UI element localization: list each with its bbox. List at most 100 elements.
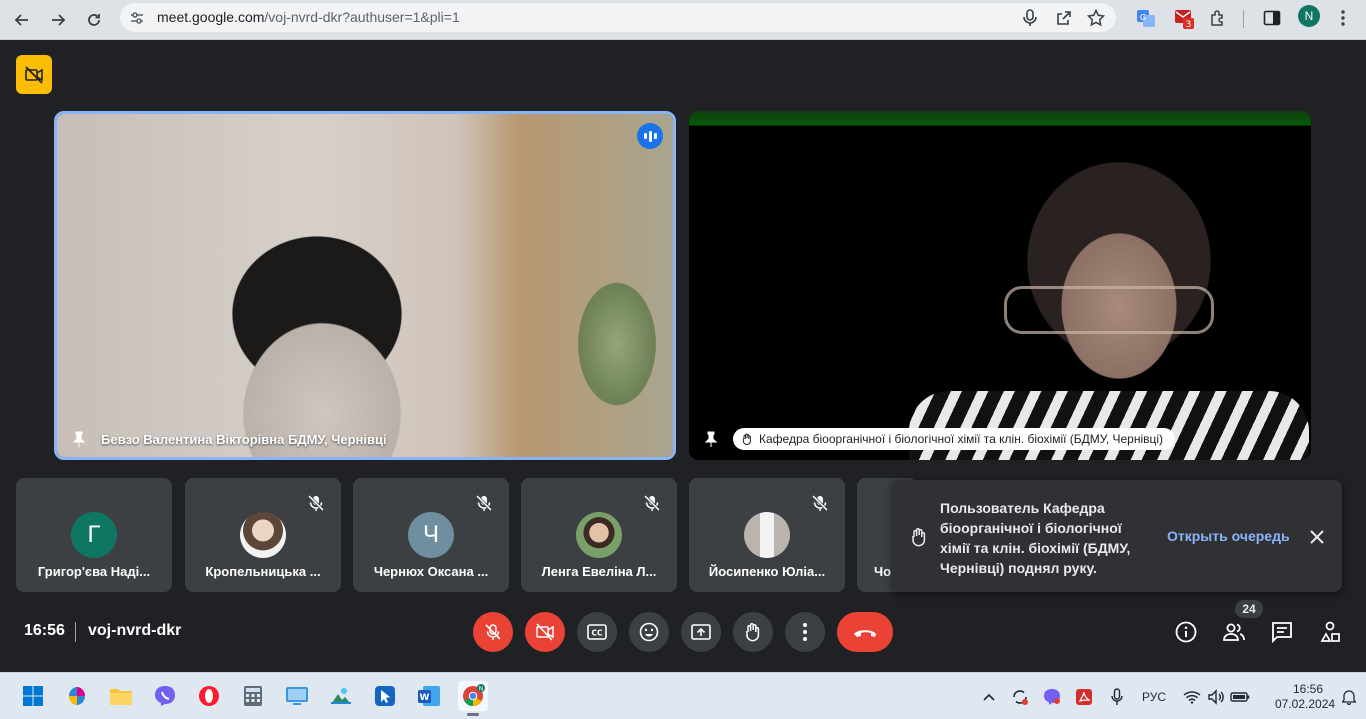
participant-video (57, 114, 673, 457)
mail-extension-icon[interactable]: 3 (1172, 6, 1196, 30)
side-panel-icon[interactable] (1260, 6, 1284, 30)
avatar-photo (576, 512, 622, 558)
participant-name: Бевзо Валентина Вікторівна БДМУ, Чернівц… (101, 431, 387, 447)
open-queue-button[interactable]: Открыть очередь (1167, 528, 1290, 544)
acrobat-tray-icon[interactable] (1074, 687, 1094, 707)
participant-name: Кафедра біоорганічної і біологічної хімі… (759, 432, 1164, 446)
copilot-app-icon[interactable] (62, 681, 92, 711)
address-bar[interactable]: meet.google.com/voj-nvrd-dkr?authuser=1&… (120, 3, 1116, 32)
mic-off-icon (307, 494, 325, 512)
participants-button[interactable] (1222, 620, 1246, 644)
hang-up-icon (854, 630, 876, 637)
present-icon (691, 624, 711, 640)
raise-hand-button[interactable] (733, 612, 773, 652)
leave-call-button[interactable] (837, 612, 893, 652)
participant-name: Ленга Евеліна Л... (541, 564, 657, 579)
windows-logo-icon (23, 686, 43, 706)
camera-toggle-button[interactable] (525, 612, 565, 652)
microphone-tray-icon[interactable] (1107, 687, 1127, 707)
activities-button[interactable] (1318, 620, 1342, 644)
speaking-indicator-icon (637, 123, 663, 149)
battery-icon[interactable] (1230, 687, 1250, 707)
pin-icon[interactable] (703, 431, 719, 447)
closed-captions-icon: CC (587, 624, 607, 640)
participants-count-badge: 24 (1235, 600, 1263, 618)
taskbar-clock[interactable]: 16:56 07.02.2024 (1275, 682, 1335, 712)
pointer-app-icon[interactable] (370, 681, 400, 711)
reload-icon[interactable] (80, 6, 108, 34)
meeting-code: voj-nvrd-dkr (88, 622, 182, 639)
participant-name: Григор'єва Наді... (37, 564, 151, 579)
calculator-app-icon[interactable] (238, 681, 268, 711)
chat-button[interactable] (1270, 620, 1294, 644)
chat-icon (1272, 622, 1292, 643)
participant-label: Бевзо Валентина Вікторівна БДМУ, Чернівц… (71, 431, 387, 447)
input-language-indicator[interactable]: РУС (1140, 687, 1168, 707)
extensions-puzzle-icon[interactable] (1206, 6, 1230, 30)
more-options-button[interactable] (785, 612, 825, 652)
camera-off-indicator[interactable] (16, 55, 52, 94)
remote-desktop-icon[interactable] (282, 681, 312, 711)
browser-menu-icon[interactable] (1331, 6, 1355, 30)
participant-tile-secondary[interactable]: Кафедра біоорганічної і біологічної хімі… (689, 111, 1311, 460)
show-hidden-icons-chevron-icon[interactable] (980, 687, 998, 707)
divider (75, 622, 76, 642)
participant-name: Чернюх Оксана ... (373, 564, 489, 579)
avatar-photo (240, 512, 286, 558)
file-explorer-icon[interactable] (106, 681, 136, 711)
participant-name: Кропельницька ... (205, 564, 321, 579)
notification-message: Пользователь Кафедра біоорганічної і біо… (940, 500, 1131, 576)
present-screen-button[interactable] (681, 612, 721, 652)
participant-tile-main[interactable]: Бевзо Валентина Вікторівна БДМУ, Чернівц… (54, 111, 676, 460)
participant-name: Йосипенко Юліа... (708, 564, 826, 579)
open-in-new-icon[interactable] (1054, 8, 1074, 28)
svg-text:N: N (479, 685, 484, 692)
photos-app-icon[interactable] (326, 681, 356, 711)
notification-bell-icon[interactable] (1340, 687, 1358, 707)
microphone-toggle-button[interactable] (473, 612, 513, 652)
wifi-icon[interactable] (1182, 687, 1202, 707)
filmstrip-tile[interactable]: Ч Чернюх Оксана ... (353, 478, 509, 592)
site-settings-icon[interactable] (129, 10, 145, 26)
emoji-reactions-button[interactable] (629, 612, 669, 652)
opera-browser-icon[interactable] (194, 681, 224, 711)
raise-hand-icon (746, 623, 760, 642)
mic-off-icon (643, 494, 661, 512)
chrome-app-icon[interactable]: N (458, 681, 488, 716)
filmstrip-tile[interactable]: Ленга Евеліна Л... (521, 478, 677, 592)
mic-off-icon (811, 494, 829, 512)
url-text: meet.google.com/voj-nvrd-dkr?authuser=1&… (157, 9, 460, 25)
filmstrip-tile[interactable]: Йосипенко Юліа... (689, 478, 845, 592)
profile-avatar[interactable]: N (1298, 5, 1320, 27)
taskbar-time: 16:56 (1292, 682, 1323, 696)
svg-text:G: G (1140, 13, 1146, 22)
os-taskbar: W N РУС 16:56 07.02.2024 (0, 672, 1366, 719)
filmstrip-tile[interactable]: Кропельницька ... (185, 478, 341, 592)
svg-text:W: W (420, 693, 430, 703)
viber-app-icon[interactable] (150, 681, 180, 711)
captions-button[interactable]: CC (577, 612, 617, 652)
pin-icon[interactable] (71, 431, 87, 447)
microphone-icon[interactable] (1020, 8, 1040, 28)
meeting-details-button[interactable] (1174, 620, 1198, 644)
avatar: Г (71, 512, 117, 558)
bookmark-star-icon[interactable] (1086, 8, 1106, 28)
more-vert-icon (803, 623, 807, 641)
viber-tray-icon[interactable] (1042, 687, 1062, 707)
participant-label: Кафедра біоорганічної і біологічної хімі… (703, 428, 1176, 450)
sync-tray-icon[interactable] (1010, 687, 1030, 707)
filmstrip-tile[interactable]: Г Григор'єва Наді... (16, 478, 172, 592)
volume-icon[interactable] (1206, 687, 1226, 707)
back-icon[interactable] (8, 6, 36, 34)
mail-badge-count: 3 (1186, 20, 1192, 29)
close-icon[interactable] (1306, 526, 1328, 548)
avatar: Ч (408, 512, 454, 558)
mic-off-icon (475, 494, 493, 512)
meeting-clock: 16:56 (24, 622, 65, 639)
people-icon (1223, 623, 1245, 641)
translate-extension-icon[interactable]: G (1134, 6, 1158, 30)
participant-video (689, 111, 1311, 460)
word-app-icon[interactable]: W (414, 681, 444, 711)
forward-icon[interactable] (44, 6, 72, 34)
start-button[interactable] (18, 681, 48, 711)
